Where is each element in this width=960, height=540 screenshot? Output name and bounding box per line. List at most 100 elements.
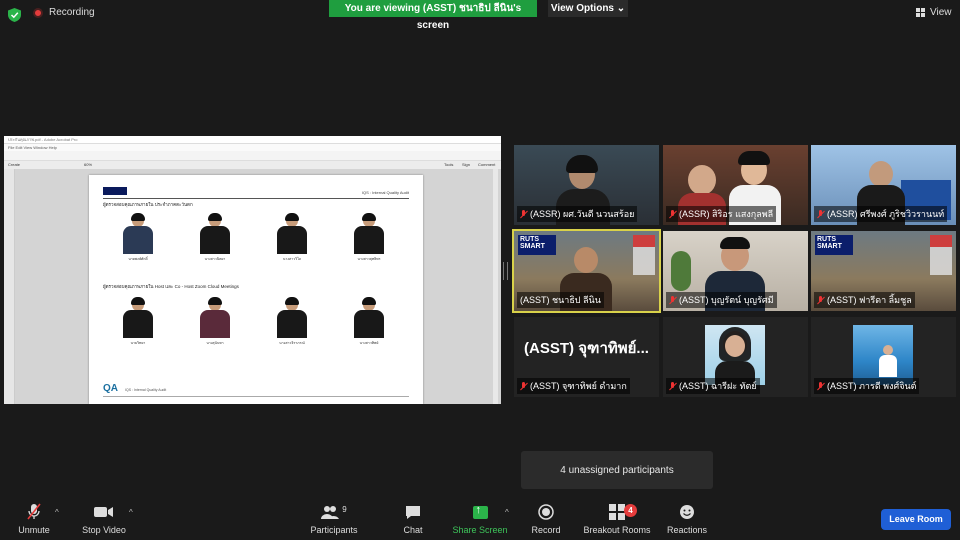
qa-logo: QA [103, 383, 118, 394]
person-photo: นางสาวทิพย์ [350, 297, 388, 346]
viewing-banner: You are viewing (ASST) ชนาธิป ลีนิน's sc… [329, 0, 537, 31]
pdf-tool-create: Create [8, 162, 21, 167]
participant-name: (ASST) จุฑาทิพย์ ดำมาก [517, 378, 630, 394]
top-bar: Recording You are viewing (ASST) ชนาธิป … [0, 0, 960, 31]
share-screen-icon [450, 503, 510, 521]
pdf-zoom: 60% [84, 162, 93, 167]
video-options-caret-icon[interactable]: ^ [129, 508, 133, 517]
unmute-label: Unmute [18, 525, 50, 535]
muted-mic-icon [817, 381, 824, 391]
stop-video-button[interactable]: Stop Video [78, 503, 130, 535]
pdf-side-panel [4, 169, 15, 404]
pdf-tool-sign: Sign [462, 162, 471, 167]
person-photo: นางสาวสุทธิพร [350, 213, 388, 262]
person-photo: นายพงษ์ศักดิ์ [119, 213, 157, 262]
ruts-logo: RUTS SMART [518, 235, 556, 255]
pdf-scrollbar[interactable] [493, 169, 498, 404]
chat-icon [398, 503, 428, 521]
person-photo: นางสาวจิราภรณ์ [273, 297, 311, 346]
person-photo: นายวิทยา [119, 297, 157, 346]
participant-name: (ASST) บุญรัตน์ บุญรัศมี [666, 292, 777, 308]
pdf-page: IQS : Internal Quality Audit ผู้ตรวจสอบค… [89, 175, 423, 404]
smiley-icon [664, 503, 710, 521]
unmute-button[interactable]: Unmute [12, 503, 56, 535]
ruts-logo [103, 187, 127, 195]
participants-count: 9 [342, 504, 347, 514]
shared-screen[interactable]: ประกันคุณภาพ.pdf - Adobe Acrobat Pro Fil… [4, 136, 501, 404]
video-tile[interactable]: (ASST) ฉารีฝะ ทัตย์ [663, 317, 808, 397]
participants-label: Participants [310, 525, 358, 535]
leave-room-button[interactable]: Leave Room [881, 509, 951, 530]
record-button[interactable]: Record [528, 503, 564, 535]
participant-name: (ASST) ภารดี พงศ์จินต์ [814, 378, 920, 394]
video-tile[interactable]: (ASST) ภารดี พงศ์จินต์ [811, 317, 956, 397]
share-screen-button[interactable]: Share Screen [450, 503, 510, 536]
unassigned-participants-popup[interactable]: 4 unassigned participants [521, 451, 713, 489]
pdf-tool-comment: Comment [478, 162, 496, 167]
footer-text: IQS : Internal Quality Audit [125, 388, 167, 392]
person-photo: นางสาววิไล [273, 213, 311, 262]
muted-mic-icon [669, 209, 676, 219]
muted-mic-icon [817, 295, 824, 305]
section-title-2: ผู้ตรวจสอบคุณภาพภายใน Host และ Co - Host… [103, 284, 239, 289]
breakout-rooms-icon [580, 503, 654, 521]
participant-name: (ASSR) สิริอร แสงกุลพลี [666, 206, 777, 222]
share-options-caret-icon[interactable]: ^ [505, 508, 509, 517]
person-photo: นางสุนันทา [196, 297, 234, 346]
page-header-line [103, 198, 409, 199]
stop-video-label: Stop Video [82, 525, 126, 535]
participants-icon: 9 [306, 503, 362, 521]
video-tile[interactable]: (ASSR) สิริอร แสงกุลพลี [663, 145, 808, 225]
record-icon [528, 503, 564, 521]
grid-view-icon [916, 8, 925, 17]
recording-indicator[interactable]: Recording [33, 7, 95, 18]
muted-mic-icon [669, 295, 676, 305]
pdf-toolbar [4, 151, 501, 161]
video-tile[interactable]: (ASST) จุฑาทิพย์... (ASST) จุฑาทิพย์ ดำม… [514, 317, 659, 397]
video-camera-icon [78, 503, 130, 521]
video-tile-active-speaker[interactable]: RUTS SMART (ASST) ชนาธิป ลีนิน [512, 229, 661, 313]
view-label: View [930, 7, 952, 18]
participant-name: (ASST) ฉารีฝะ ทัตย์ [666, 378, 760, 394]
split-resize-handle[interactable] [503, 262, 508, 280]
profile-picture [705, 325, 765, 385]
muted-mic-icon [817, 209, 824, 219]
muted-mic-icon [520, 209, 527, 219]
muted-mic-icon [12, 503, 56, 521]
muted-mic-icon [520, 381, 527, 391]
video-tile[interactable]: (ASST) บุญรัตน์ บุญรัศมี [663, 231, 808, 311]
participant-name: (ASST) ฟารีดา ลิ้มชูล [814, 292, 915, 308]
shield-icon[interactable] [8, 8, 21, 22]
meeting-toolbar: Unmute ^ Stop Video ^ 9 Participants Cha… [0, 497, 960, 540]
view-options-button[interactable]: View Options ⌄ [548, 0, 628, 17]
breakout-rooms-button[interactable]: Breakout Rooms [580, 503, 654, 535]
participant-name: (ASST) ชนาธิป ลีนิน [517, 292, 604, 308]
pdf-menu-bar: File Edit View Window Help [4, 144, 501, 151]
profile-picture [853, 325, 913, 385]
audio-options-caret-icon[interactable]: ^ [55, 508, 59, 517]
breakout-rooms-label: Breakout Rooms [583, 525, 651, 535]
section-title-1: ผู้ตรวจสอบคุณภาพภายใน ประจำภาคตะวันตก [103, 202, 193, 207]
pdf-window-title: ประกันคุณภาพ.pdf - Adobe Acrobat Pro [4, 136, 501, 144]
record-dot-icon [33, 7, 43, 18]
video-tile[interactable]: (ASSR) ผศ.วันดี นวนสร้อย [514, 145, 659, 225]
participants-button[interactable]: 9 Participants [306, 503, 362, 536]
participant-name: (ASSR) ผศ.วันดี นวนสร้อย [517, 206, 638, 222]
reactions-button[interactable]: Reactions [664, 503, 710, 535]
chat-label: Chat [403, 525, 423, 535]
participant-name-placeholder: (ASST) จุฑาทิพย์... [524, 340, 649, 357]
video-tile[interactable]: RUTS SMART (ASST) ฟารีดา ลิ้มชูล [811, 231, 956, 311]
pdf-document-area: IQS : Internal Quality Audit ผู้ตรวจสอบค… [15, 169, 501, 404]
page-header-text: IQS : Internal Quality Audit [361, 190, 409, 195]
reactions-label: Reactions [666, 525, 708, 535]
recording-label: Recording [49, 7, 95, 18]
chat-button[interactable]: Chat [398, 503, 428, 535]
muted-mic-icon [669, 381, 676, 391]
share-screen-label: Share Screen [452, 525, 508, 535]
pdf-tool-tools: Tools [444, 162, 454, 167]
view-button[interactable]: View [916, 7, 952, 18]
ruts-logo: RUTS SMART [815, 235, 853, 255]
video-tile[interactable]: (ASSR) ศรีพงศ์ ภูริชวิวรานนท์ [811, 145, 956, 225]
record-label: Record [531, 525, 561, 535]
participant-name: (ASSR) ศรีพงศ์ ภูริชวิวรานนท์ [814, 206, 948, 222]
